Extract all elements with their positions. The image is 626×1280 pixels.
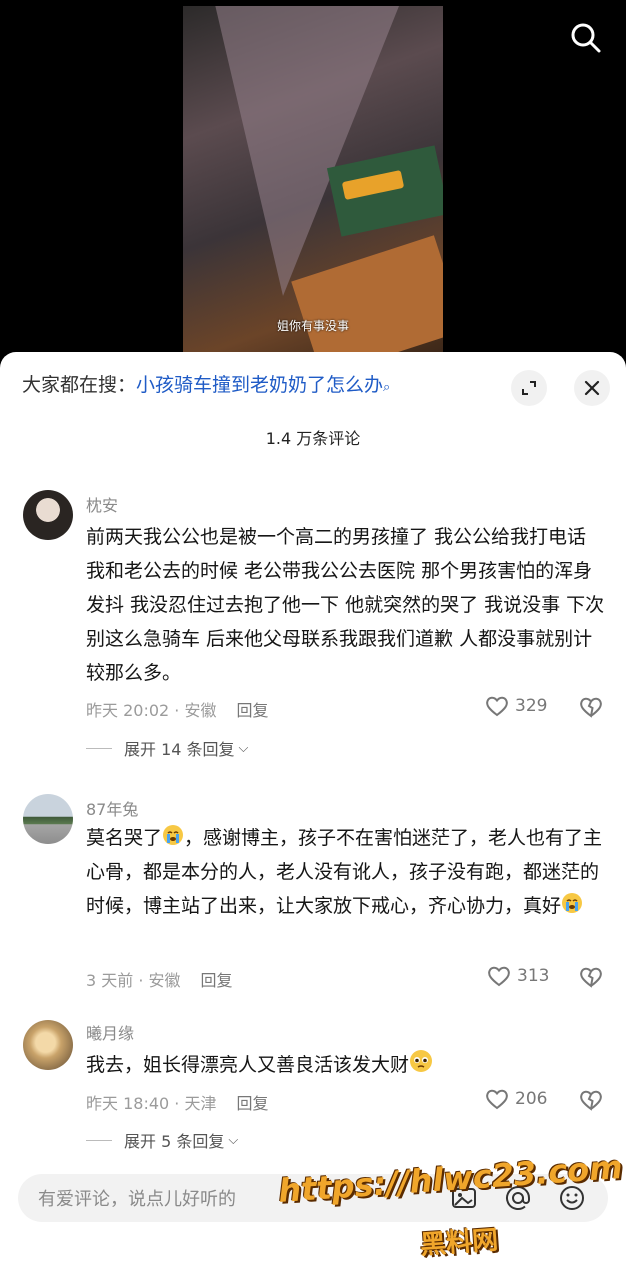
close-button[interactable] <box>574 370 610 406</box>
reply-button[interactable]: 回复 <box>201 971 233 990</box>
comment-text-part1: 莫名哭了 <box>86 827 163 849</box>
hot-search-prefix: 大家都在搜： <box>22 374 137 396</box>
video-scene-fabric <box>213 6 403 296</box>
crying-emoji-icon <box>163 825 184 845</box>
comment-text-body: 我去，姐长得漂亮人又善良活该发大财 <box>86 1054 410 1076</box>
avatar[interactable] <box>23 1020 73 1070</box>
chevron-down-icon: ⌵ <box>238 740 249 756</box>
hot-search-bar[interactable]: 大家都在搜：小孩骑车撞到老奶奶了怎么办⌕ <box>22 370 390 397</box>
broken-heart-icon[interactable] <box>578 965 604 989</box>
expand-replies-button[interactable]: 展开 5 条回复 ⌵ <box>86 1128 238 1152</box>
comment-time-location: 昨天 18:40 · 天津 <box>86 1094 217 1113</box>
comment-text: 前两天我公公也是被一个高二的男孩撞了 我公公给我打电话 我和老公去的时候 老公带… <box>86 526 605 684</box>
broken-heart-icon[interactable] <box>578 695 604 719</box>
like-button[interactable]: 206 <box>485 1088 547 1110</box>
expand-replies-label: 展开 14 条回复 <box>124 740 235 759</box>
video-frame[interactable]: 姐你有事没事 <box>183 6 443 356</box>
heart-icon <box>486 1089 508 1110</box>
comment-meta: 昨天 20:02 · 安徽 回复 <box>86 697 268 721</box>
comment-meta: 3 天前 · 安徽 回复 <box>86 967 233 991</box>
comment-count: 1.4 万条评论 <box>265 429 361 448</box>
hot-search-query[interactable]: 小孩骑车撞到老奶奶了怎么办 <box>136 374 383 396</box>
heart-icon <box>488 966 510 987</box>
watermark-name: 黑料网 <box>419 1225 500 1261</box>
avatar[interactable] <box>23 794 73 844</box>
search-icon[interactable] <box>566 18 606 58</box>
comment-text: 莫名哭了 ，感谢博主，孩子不在害怕迷茫了，老人也有了主心骨，都是本分的人，老人没有… <box>86 821 606 923</box>
crying-emoji-icon <box>562 893 583 913</box>
video-subtitle: 姐你有事没事 <box>276 319 349 333</box>
like-button[interactable]: 329 <box>485 695 547 717</box>
comment-time-location: 3 天前 · 安徽 <box>86 971 181 990</box>
expand-replies-button[interactable]: 展开 14 条回复 ⌵ <box>86 736 248 760</box>
expand-icon <box>522 381 536 395</box>
comment-username[interactable]: 87年兔 <box>86 796 138 820</box>
comment-username[interactable]: 枕安 <box>86 492 118 516</box>
expand-fullscreen-button[interactable] <box>511 370 547 406</box>
reply-button[interactable]: 回复 <box>236 701 268 720</box>
video-player[interactable]: 姐你有事没事 <box>0 0 626 360</box>
like-count: 313 <box>517 966 550 986</box>
avatar[interactable] <box>23 490 73 540</box>
close-icon <box>584 380 600 396</box>
expand-replies-label: 展开 5 条回复 <box>124 1132 225 1151</box>
like-button[interactable]: 313 <box>487 965 549 987</box>
heart-icon <box>486 696 508 717</box>
reply-button[interactable]: 回复 <box>236 1094 268 1113</box>
divider-line <box>86 747 112 749</box>
chevron-down-icon: ⌵ <box>228 1132 239 1148</box>
like-count: 329 <box>515 696 548 716</box>
hot-search-magnifier-icon: ⌕ <box>383 380 391 395</box>
broken-heart-icon[interactable] <box>578 1088 604 1112</box>
pleading-emoji-icon <box>410 1050 433 1072</box>
comment-meta: 昨天 18:40 · 天津 回复 <box>86 1090 268 1114</box>
like-count: 206 <box>515 1089 548 1109</box>
divider-line <box>86 1139 112 1141</box>
comment-text: 我去，姐长得漂亮人又善良活该发大财 <box>86 1048 606 1082</box>
comment-time-location: 昨天 20:02 · 安徽 <box>86 701 217 720</box>
comment-username[interactable]: 曦月缘 <box>86 1020 134 1044</box>
